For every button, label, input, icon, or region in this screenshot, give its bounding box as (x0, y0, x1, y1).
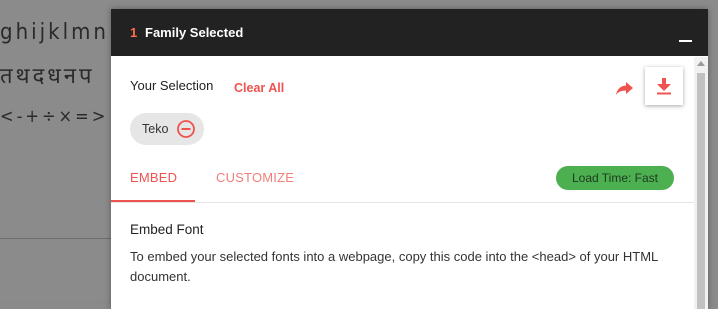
download-button[interactable] (645, 67, 683, 105)
embed-font-heading: Embed Font (130, 222, 204, 237)
your-selection-label: Your Selection (130, 78, 214, 93)
tab-embed[interactable]: EMBED (130, 170, 177, 185)
active-tab-indicator (111, 200, 195, 202)
scroll-up-arrow-icon[interactable] (697, 61, 705, 66)
minimize-icon[interactable] (679, 40, 692, 42)
share-arrow-icon (616, 82, 633, 95)
load-time-badge: Load Time: Fast (556, 166, 674, 190)
font-chip: Teko (130, 113, 204, 145)
selected-count: 1 (130, 25, 138, 40)
scrollbar-thumb[interactable] (697, 73, 705, 309)
drawer-title: Family Selected (145, 25, 244, 40)
specimen-devanagari-line: तथदधनप (0, 64, 95, 89)
drawer-header[interactable]: 1 Family Selected (111, 9, 708, 56)
clear-all-button[interactable]: Clear All (234, 81, 284, 95)
tab-customize[interactable]: CUSTOMIZE (216, 170, 294, 185)
selection-drawer: 1 Family Selected Your Selection Clear A… (111, 9, 708, 309)
specimen-latin-line: ghijklmn (0, 20, 109, 45)
specimen-symbols-line: <-+÷×=> (0, 106, 109, 127)
download-icon (657, 78, 671, 95)
font-chip-label: Teko (142, 122, 169, 136)
share-button[interactable] (612, 75, 636, 99)
specimen-divider (0, 238, 112, 239)
embed-instructions: To embed your selected fonts into a webp… (130, 249, 658, 284)
remove-circle-icon[interactable] (177, 120, 195, 138)
